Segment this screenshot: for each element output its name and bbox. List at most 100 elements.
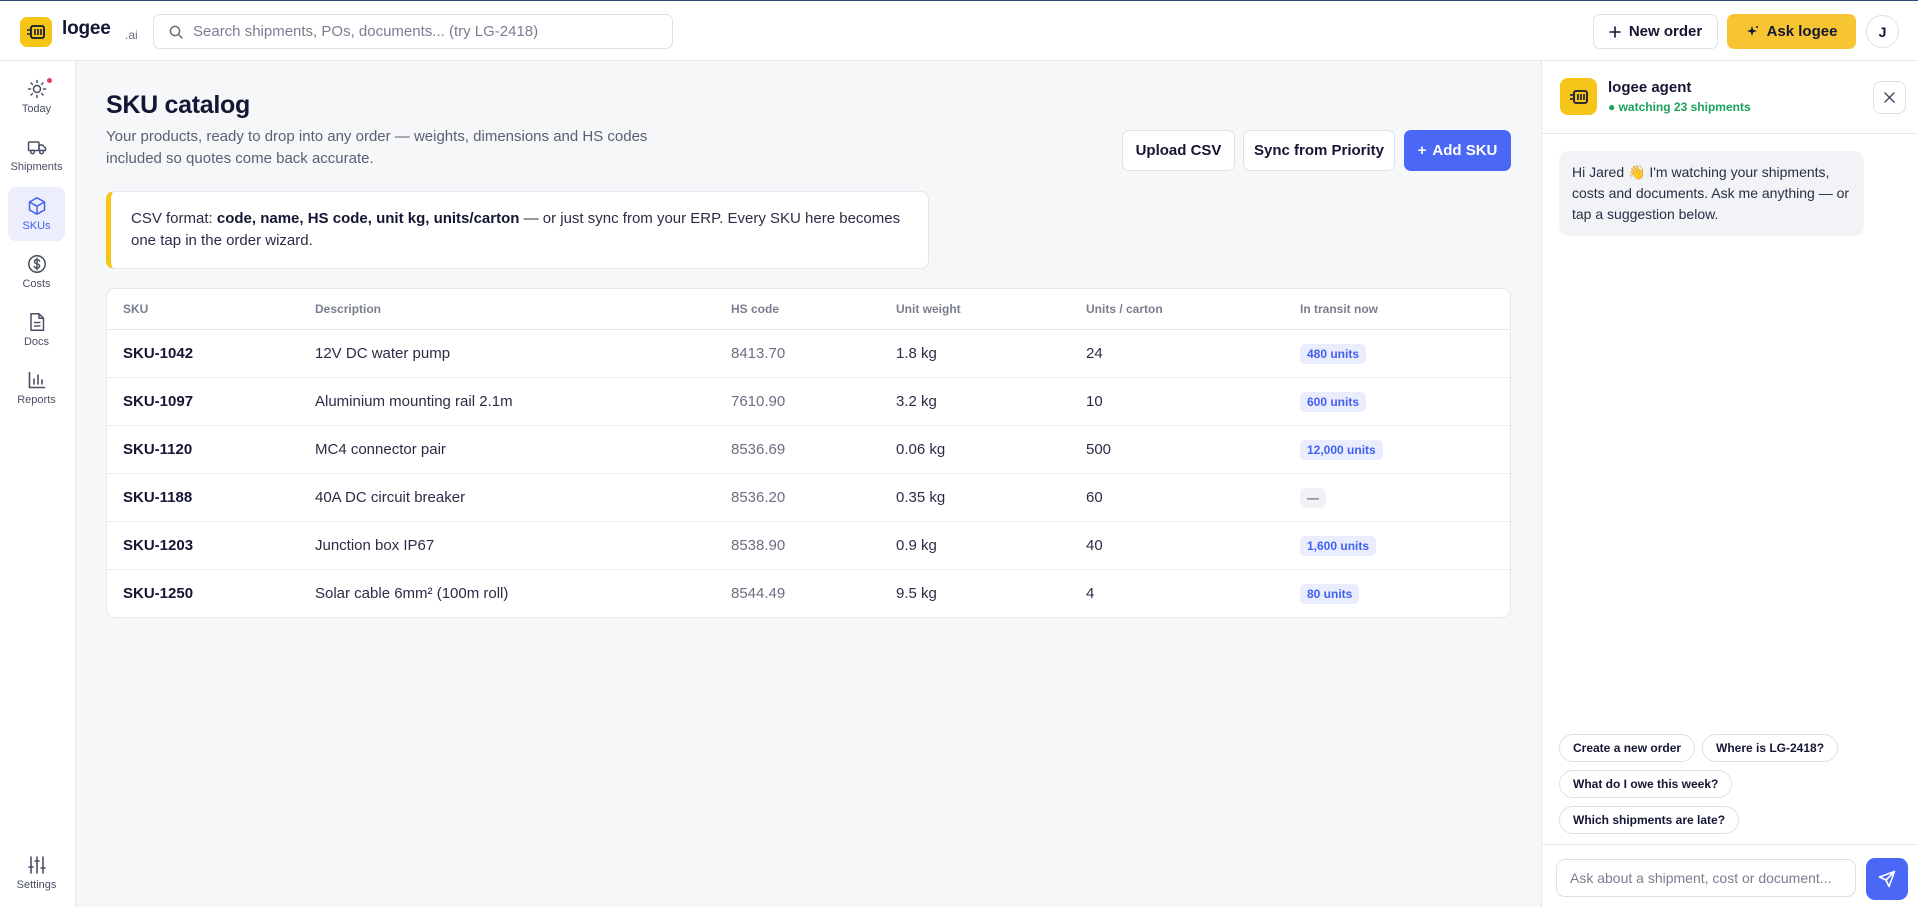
unit-weight: 0.35 kg	[896, 489, 946, 506]
bar-chart-icon	[28, 371, 45, 389]
note-prefix: CSV format:	[131, 210, 217, 227]
agent-message: Hi Jared 👋 I'm watching your shipments, …	[1559, 151, 1864, 236]
units-per-carton: 24	[1086, 345, 1103, 362]
logo-icon[interactable]	[20, 17, 52, 47]
column-header-units-carton[interactable]: Units / carton	[1086, 302, 1163, 316]
sidebar-item-label: Settings	[16, 879, 57, 891]
in-transit-badge: 12,000 units	[1300, 440, 1383, 460]
sku-description: Aluminium mounting rail 2.1m	[315, 393, 513, 410]
table-row[interactable]: SKU-1120 MC4 connector pair 8536.69 0.06…	[107, 426, 1510, 474]
brand-name[interactable]: logee	[62, 18, 111, 40]
box-icon	[28, 197, 45, 215]
brand-suffix: .ai	[125, 28, 138, 42]
new-order-button[interactable]: New order	[1593, 14, 1718, 49]
sku-code[interactable]: SKU-1203	[123, 537, 193, 554]
in-transit-badge: —	[1300, 488, 1326, 508]
sidebar-item-reports[interactable]: Reports	[8, 361, 65, 415]
main-content: SKU catalog Your products, ready to drop…	[77, 61, 1540, 907]
in-transit-badge: 1,600 units	[1300, 536, 1377, 556]
sku-description: MC4 connector pair	[315, 441, 446, 458]
suggestion-where-is[interactable]: Where is LG-2418?	[1702, 734, 1839, 762]
sku-table: SKU Description HS code Unit weight Unit…	[106, 288, 1511, 618]
column-header-unit-weight[interactable]: Unit weight	[896, 302, 961, 316]
suggestion-what-owe[interactable]: What do I owe this week?	[1559, 770, 1733, 798]
add-sku-button[interactable]: + Add SKU	[1404, 130, 1511, 171]
sidebar-item-label: Today	[21, 103, 52, 115]
sidebar-item-label: Docs	[23, 336, 50, 348]
sku-description: Solar cable 6mm² (100m roll)	[315, 585, 509, 602]
agent-name: logee agent	[1608, 79, 1692, 96]
sku-description: 40A DC circuit breaker	[315, 489, 466, 506]
unit-weight: 9.5 kg	[896, 585, 937, 602]
agent-logo-icon	[1560, 78, 1597, 115]
ask-logee-label: Ask logee	[1766, 23, 1838, 40]
sku-code[interactable]: SKU-1188	[123, 489, 192, 506]
sidebar-item-settings[interactable]: Settings	[8, 846, 65, 900]
dollar-icon	[27, 255, 46, 273]
agent-chat-input[interactable]	[1556, 859, 1856, 897]
suggestion-create-order[interactable]: Create a new order	[1559, 734, 1696, 762]
sync-priority-button[interactable]: Sync from Priority	[1243, 130, 1395, 171]
avatar[interactable]: J	[1866, 15, 1899, 48]
unit-weight: 0.9 kg	[896, 537, 937, 554]
units-per-carton: 60	[1086, 489, 1103, 506]
table-row[interactable]: SKU-1042 12V DC water pump 8413.70 1.8 k…	[107, 330, 1510, 378]
table-row[interactable]: SKU-1097 Aluminium mounting rail 2.1m 76…	[107, 378, 1510, 426]
sun-icon	[27, 79, 46, 99]
in-transit-badge: 600 units	[1300, 392, 1367, 412]
sku-code[interactable]: SKU-1250	[123, 585, 193, 602]
send-icon	[1878, 870, 1896, 888]
new-order-label: New order	[1628, 23, 1703, 40]
csv-format-note: CSV format: code, name, HS code, unit kg…	[106, 191, 929, 269]
units-per-carton: 4	[1086, 585, 1095, 602]
table-row[interactable]: SKU-1250 Solar cable 6mm² (100m roll) 85…	[107, 570, 1510, 617]
suggestion-late-shipments[interactable]: Which shipments are late?	[1559, 806, 1740, 834]
column-header-sku[interactable]: SKU	[123, 302, 148, 316]
sidebar: Today Shipments SKUs Costs Docs Reports …	[0, 61, 76, 907]
search-icon	[169, 25, 183, 39]
units-per-carton: 500	[1086, 441, 1112, 458]
sidebar-item-label: SKUs	[22, 220, 51, 232]
document-icon	[29, 313, 44, 331]
ask-logee-button[interactable]: Ask logee	[1727, 14, 1856, 49]
table-row[interactable]: SKU-1203 Junction box IP67 8538.90 0.9 k…	[107, 522, 1510, 570]
add-sku-label: Add SKU	[1432, 142, 1498, 159]
hs-code: 7610.90	[731, 393, 786, 410]
column-header-in-transit[interactable]: In transit now	[1300, 302, 1378, 316]
sidebar-item-label: Costs	[22, 278, 51, 290]
sliders-icon	[27, 856, 46, 874]
sku-code[interactable]: SKU-1120	[123, 441, 192, 458]
sparkle-icon	[1746, 26, 1758, 36]
table-row[interactable]: SKU-1188 40A DC circuit breaker 8536.20 …	[107, 474, 1510, 522]
column-header-description[interactable]: Description	[315, 302, 381, 316]
close-agent-button[interactable]	[1873, 81, 1906, 114]
sidebar-item-costs[interactable]: Costs	[8, 245, 65, 299]
in-transit-badge: 480 units	[1300, 344, 1367, 364]
plus-icon: +	[1417, 142, 1427, 159]
hs-code: 8544.49	[731, 585, 786, 602]
page-subtitle: Your products, ready to drop into any or…	[106, 128, 648, 167]
search-box[interactable]	[153, 14, 673, 49]
sku-code[interactable]: SKU-1097	[123, 393, 193, 410]
search-input[interactable]	[193, 23, 663, 40]
sidebar-item-today[interactable]: Today	[8, 70, 65, 124]
sku-description: Junction box IP67	[315, 537, 435, 554]
upload-csv-button[interactable]: Upload CSV	[1122, 130, 1235, 171]
sidebar-item-label: Shipments	[10, 161, 63, 173]
agent-panel: logee agent ● watching 23 shipments Hi J…	[1541, 61, 1918, 907]
sidebar-item-docs[interactable]: Docs	[8, 303, 65, 357]
close-icon	[1884, 92, 1895, 103]
sidebar-item-shipments[interactable]: Shipments	[8, 128, 65, 182]
table-header: SKU Description HS code Unit weight Unit…	[107, 289, 1510, 330]
agent-header: logee agent ● watching 23 shipments	[1542, 61, 1918, 134]
unit-weight: 3.2 kg	[896, 393, 937, 410]
column-header-hs-code[interactable]: HS code	[731, 302, 779, 316]
alert-dot	[47, 78, 52, 83]
sku-code[interactable]: SKU-1042	[123, 345, 193, 362]
note-fields: code, name, HS code, unit kg, units/cart…	[216, 210, 520, 227]
sidebar-item-label: Reports	[17, 394, 56, 406]
page-title: SKU catalog	[106, 91, 250, 119]
unit-weight: 0.06 kg	[896, 441, 946, 458]
sidebar-item-skus[interactable]: SKUs	[8, 187, 65, 241]
send-button[interactable]	[1866, 858, 1908, 900]
